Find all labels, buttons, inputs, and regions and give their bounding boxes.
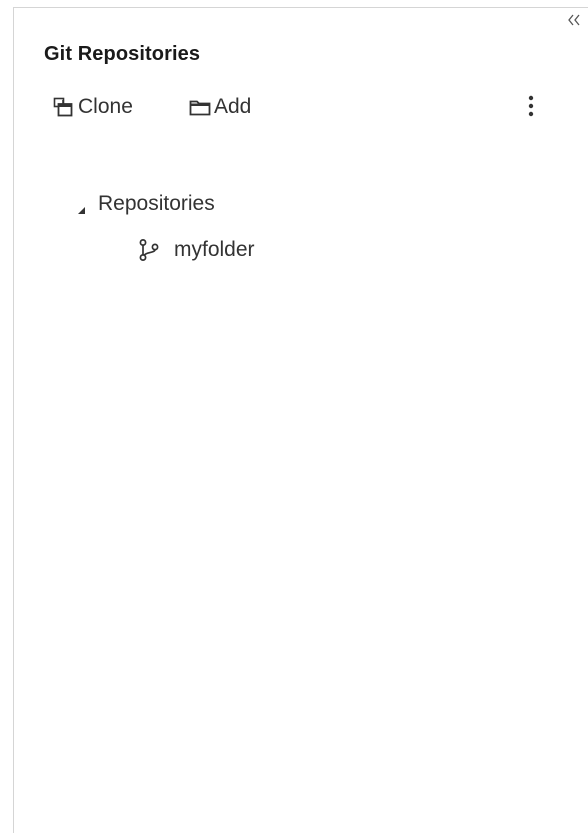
tree-node-repositories: Repositories	[76, 190, 215, 218]
tree-item-label: myfolder	[174, 238, 255, 261]
git-repositories-panel	[13, 7, 588, 833]
panel-title: Git Repositories	[44, 43, 201, 65]
more-options-button[interactable]	[520, 92, 542, 122]
add-label: Add	[214, 95, 252, 118]
add-button[interactable]: Add	[188, 93, 251, 121]
expanded-caret-icon[interactable]	[76, 198, 88, 214]
vertical-ellipsis-icon	[528, 95, 534, 117]
collapse-panel-button[interactable]	[565, 9, 587, 31]
tree-item-myfolder[interactable]: myfolder	[138, 236, 255, 264]
clone-icon	[52, 95, 76, 119]
clone-label: Clone	[78, 95, 133, 118]
folder-icon	[188, 95, 212, 119]
tree-node-label: Repositories	[98, 192, 215, 215]
git-branch-icon	[138, 238, 160, 262]
clone-button[interactable]: Clone	[52, 93, 133, 121]
double-chevron-left-icon	[568, 14, 580, 26]
